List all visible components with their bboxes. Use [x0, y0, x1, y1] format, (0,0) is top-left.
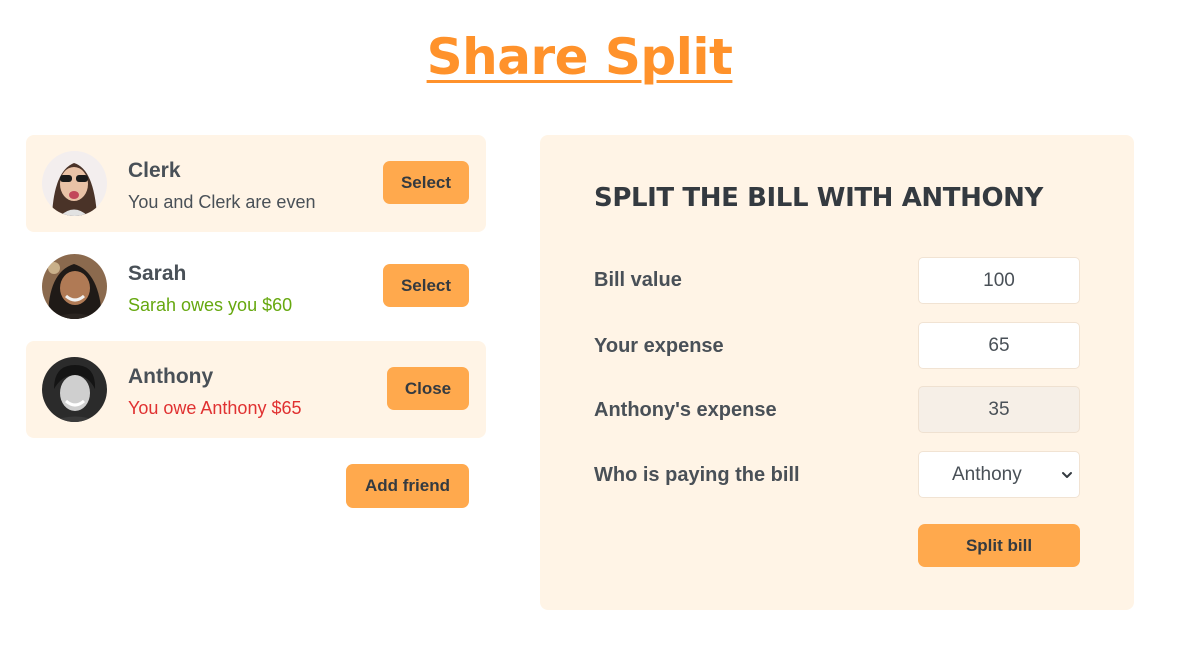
bill-value-label: Bill value: [594, 269, 682, 291]
your-expense-input[interactable]: 65: [918, 322, 1080, 369]
select-friend-button[interactable]: Select: [383, 161, 469, 204]
friend-item-clerk: Clerk You and Clerk are even Select: [26, 135, 486, 232]
add-friend-button[interactable]: Add friend: [346, 464, 469, 508]
friend-balance-status: You owe Anthony $65: [128, 398, 302, 418]
app-title: Share Split: [426, 28, 733, 86]
split-bill-form: SPLIT THE BILL WITH ANTHONY Bill value 1…: [540, 135, 1134, 610]
your-expense-label: Your expense: [594, 335, 724, 357]
avatar: [42, 151, 107, 216]
payer-select-value: Anthony: [952, 464, 1022, 485]
avatar-image-anthony: [42, 357, 107, 422]
close-friend-button[interactable]: Close: [387, 367, 469, 410]
avatar: [42, 357, 107, 422]
avatar-image-sarah: [42, 254, 107, 319]
friend-expense-input: 35: [918, 386, 1080, 433]
friend-balance-status: Sarah owes you $60: [128, 295, 293, 315]
friend-name: Clerk: [128, 159, 181, 182]
friend-expense-label: Anthony's expense: [594, 399, 777, 421]
avatar: [42, 254, 107, 319]
avatar-image-clerk: [42, 151, 107, 216]
payer-select[interactable]: Anthony: [918, 451, 1080, 498]
select-friend-button[interactable]: Select: [383, 264, 469, 307]
friend-item-anthony: Anthony You owe Anthony $65 Close: [26, 341, 486, 438]
friends-list: Clerk You and Clerk are even Select Sara…: [26, 135, 486, 444]
payer-label: Who is paying the bill: [594, 464, 800, 486]
chevron-down-icon: [1062, 472, 1072, 478]
friend-balance-status: You and Clerk are even: [128, 192, 316, 212]
form-title: SPLIT THE BILL WITH ANTHONY: [594, 183, 1043, 213]
friend-name: Sarah: [128, 262, 187, 285]
bill-value-input[interactable]: 100: [918, 257, 1080, 304]
split-bill-button[interactable]: Split bill: [918, 524, 1080, 567]
friend-name: Anthony: [128, 365, 214, 388]
friend-item-sarah: Sarah Sarah owes you $60 Select: [26, 238, 486, 335]
app-root: Share Split Clerk You and Clerk are even…: [0, 0, 1179, 646]
